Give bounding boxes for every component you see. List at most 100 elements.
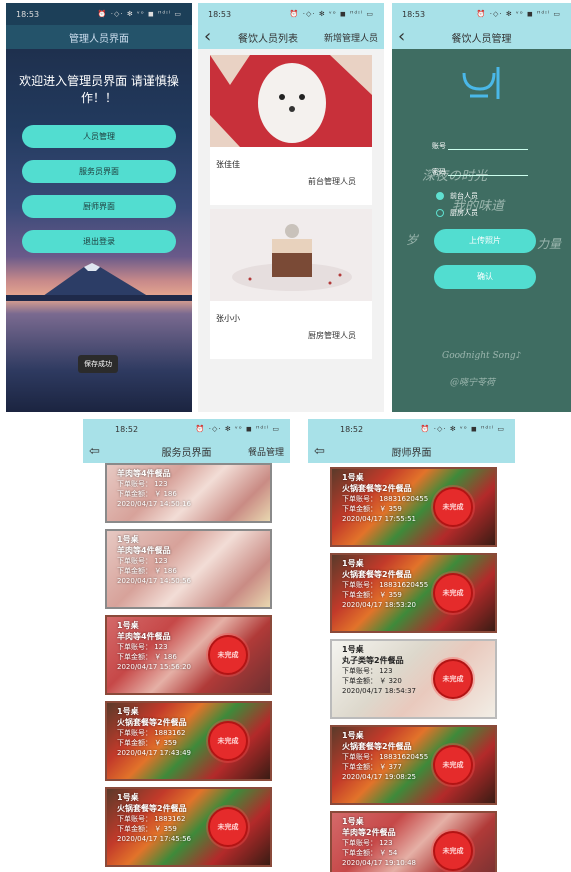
status-bar: 18:52 ⏰ ·◇· ✻ ᵛᵒ ◼ ᴴᵈᶦˡ ▭ bbox=[308, 419, 515, 439]
staff-name: 张小小 bbox=[216, 314, 240, 323]
exit-icon[interactable]: ⇦ bbox=[314, 445, 325, 458]
status-icons: ⏰ ·◇· ✻ ᵛᵒ ◼ ᴴᵈᶦˡ ▭ bbox=[195, 425, 280, 433]
admin-menu: 人员管理 服务员界面 厨师界面 退出登录 bbox=[6, 125, 192, 253]
staff-management-button[interactable]: 人员管理 bbox=[22, 125, 176, 148]
back-arrow-icon[interactable]: ‹ bbox=[398, 28, 405, 46]
chef-screen-button[interactable]: 厨师界面 bbox=[22, 195, 176, 218]
welcome-text: 欢迎进入管理员界面 请谨慎操作！！ bbox=[19, 74, 179, 105]
order-amount: 下单金额： ￥ 186 bbox=[117, 490, 177, 498]
staff-photo bbox=[210, 209, 372, 301]
status-bar: 18:53 ⏰ ·◇· ✻ ᵛᵒ ◼ ᴴᵈᶦˡ ▭ bbox=[198, 3, 384, 25]
order-table: 1号桌 bbox=[342, 645, 364, 654]
password-input[interactable] bbox=[448, 175, 528, 176]
radio-checked-icon bbox=[436, 192, 444, 200]
bowl-logo-icon bbox=[462, 67, 500, 99]
upload-photo-button[interactable]: 上传照片 bbox=[434, 229, 536, 253]
chalk-text: 岁 bbox=[406, 233, 419, 247]
app-bar: 管理人员界面 bbox=[6, 25, 192, 49]
order-card[interactable]: 1号桌 火锅套餐等2件餐品 下单账号： 18831620455 下单金额： ￥ … bbox=[330, 467, 497, 547]
order-card[interactable]: 羊肉等4件餐品 下单账号： 123 下单金额： ￥ 186 2020/04/17… bbox=[105, 463, 272, 523]
radio-unchecked-icon bbox=[436, 209, 444, 217]
order-account: 下单账号： 123 bbox=[117, 480, 168, 488]
unfinished-stamp-badge: 未完成 bbox=[208, 721, 248, 761]
status-time: 18:52 bbox=[115, 424, 139, 434]
status-time: 18:53 bbox=[402, 9, 426, 19]
order-list: 1号桌 火锅套餐等2件餐品 下单账号： 18831620455 下单金额： ￥ … bbox=[308, 463, 515, 872]
page-title: 厨师界面 bbox=[391, 447, 432, 459]
unfinished-stamp-badge: 未完成 bbox=[433, 659, 473, 699]
status-bar: 18:52 ⏰ ·◇· ✻ ᵛᵒ ◼ ᴴᵈᶦˡ ▭ bbox=[83, 419, 290, 439]
order-table: 1号桌 bbox=[342, 473, 364, 482]
order-table: 1号桌 bbox=[117, 535, 139, 544]
order-table: 1号桌 bbox=[342, 817, 364, 826]
order-table: 1号桌 bbox=[117, 707, 139, 716]
mountain-background-image bbox=[6, 263, 192, 301]
chef-screen: 18:52 ⏰ ·◇· ✻ ᵛᵒ ◼ ᴴᵈᶦˡ ▭ ⇦ 厨师界面 1号桌 火锅套… bbox=[308, 419, 515, 872]
page-title: 管理人员界面 bbox=[69, 33, 129, 45]
confirm-button[interactable]: 确认 bbox=[434, 265, 536, 289]
order-list: 羊肉等4件餐品 下单账号： 123 下单金额： ￥ 186 2020/04/17… bbox=[83, 463, 290, 867]
order-table: 1号桌 bbox=[342, 559, 364, 568]
status-bar: 18:53 ⏰ ·◇· ✻ ᵛᵒ ◼ ᴴᵈᶦˡ ▭ bbox=[392, 3, 571, 25]
order-card[interactable]: 1号桌 丸子类等2件餐品 下单账号： 123 下单金额： ￥ 320 2020/… bbox=[330, 639, 497, 719]
status-time: 18:53 bbox=[208, 9, 232, 19]
app-bar: ⇦ 服务员界面 餐品管理 bbox=[83, 439, 290, 463]
order-time: 2020/04/17 14:50:56 bbox=[117, 577, 192, 585]
radio-kitchen[interactable]: 厨房人员 bbox=[436, 208, 478, 218]
order-card[interactable]: 1号桌 火锅套餐等2件餐品 下单账号： 18831620455 下单金额： ￥ … bbox=[330, 553, 497, 633]
app-bar: ⇦ 厨师界面 bbox=[308, 439, 515, 463]
radio-label: 前台人员 bbox=[450, 192, 478, 200]
status-bar: 18:53 ⏰ ·◇· ✻ ᵛᵒ ◼ ᴴᵈᶦˡ ▭ bbox=[6, 3, 192, 25]
order-card[interactable]: 1号桌 羊肉等2件餐品 下单账号： 123 下单金额： ￥ 54 2020/04… bbox=[330, 811, 497, 872]
unfinished-stamp-badge: 未完成 bbox=[208, 635, 248, 675]
logout-button[interactable]: 退出登录 bbox=[22, 230, 176, 253]
add-staff-button[interactable]: 新增管理人员 bbox=[324, 31, 378, 44]
app-bar: ‹ 餐饮人员管理 bbox=[392, 25, 571, 49]
order-items: 羊肉等4件餐品 bbox=[117, 546, 171, 555]
staff-list-screen: 18:53 ⏰ ·◇· ✻ ᵛᵒ ◼ ᴴᵈᶦˡ ▭ ‹ 餐饮人员列表 新增管理人… bbox=[198, 3, 384, 412]
status-time: 18:52 bbox=[340, 424, 364, 434]
order-time: 2020/04/17 14:50:16 bbox=[117, 500, 192, 508]
chalk-text: @晓宁苓荷 bbox=[450, 378, 496, 388]
status-icons: ⏰ ·◇· ✻ ᵛᵒ ◼ ᴴᵈᶦˡ ▭ bbox=[476, 10, 561, 18]
chalk-text: 力量 bbox=[537, 237, 562, 251]
menu-management-button[interactable]: 餐品管理 bbox=[248, 445, 284, 458]
toast-message: 保存成功 bbox=[78, 355, 118, 373]
account-input[interactable] bbox=[448, 149, 528, 150]
order-table: 1号桌 bbox=[117, 793, 139, 802]
order-card[interactable]: 1号桌 羊肉等4件餐品 下单账号： 123 下单金额： ￥ 186 2020/0… bbox=[105, 529, 272, 609]
staff-card[interactable]: 张小小 厨房管理人员 bbox=[210, 209, 372, 359]
admin-screen: 18:53 ⏰ ·◇· ✻ ᵛᵒ ◼ ᴴᵈᶦˡ ▭ 管理人员界面 欢迎进入管理员… bbox=[6, 3, 192, 412]
status-icons: ⏰ ·◇· ✻ ᵛᵒ ◼ ᴴᵈᶦˡ ▭ bbox=[420, 425, 505, 433]
chalk-text: Goodnight Song♪ bbox=[442, 351, 522, 361]
radio-label: 厨房人员 bbox=[450, 209, 478, 217]
order-card[interactable]: 1号桌 羊肉等4件餐品 下单账号： 123 下单金额： ￥ 186 2020/0… bbox=[105, 615, 272, 695]
order-table: 1号桌 bbox=[117, 621, 139, 630]
unfinished-stamp-badge: 未完成 bbox=[433, 831, 473, 871]
status-icons: ⏰ ·◇· ✻ ᵛᵒ ◼ ᴴᵈᶦˡ ▭ bbox=[289, 10, 374, 18]
order-account: 下单账号： 123 bbox=[117, 557, 168, 565]
status-icons: ⏰ ·◇· ✻ ᵛᵒ ◼ ᴴᵈᶦˡ ▭ bbox=[97, 10, 182, 18]
order-card[interactable]: 1号桌 火锅套餐等2件餐品 下单账号： 1883162 下单金额： ￥ 359 … bbox=[105, 701, 272, 781]
app-bar: ‹ 餐饮人员列表 新增管理人员 bbox=[198, 25, 384, 49]
unfinished-stamp-badge: 未完成 bbox=[433, 745, 473, 785]
order-items: 羊肉等4件餐品 bbox=[117, 469, 171, 478]
account-label: 账号 bbox=[432, 142, 446, 150]
unfinished-stamp-badge: 未完成 bbox=[433, 487, 473, 527]
staff-manage-screen: 18:53 ⏰ ·◇· ✻ ᵛᵒ ◼ ᴴᵈᶦˡ ▭ ‹ 餐饮人员管理 深夜の时光… bbox=[392, 3, 571, 412]
order-amount: 下单金额： ￥ 186 bbox=[117, 567, 177, 575]
waiter-screen: 18:52 ⏰ ·◇· ✻ ᵛᵒ ◼ ᴴᵈᶦˡ ▭ ⇦ 服务员界面 餐品管理 羊… bbox=[83, 419, 290, 872]
page-title: 餐饮人员管理 bbox=[451, 33, 512, 45]
exit-icon[interactable]: ⇦ bbox=[89, 445, 100, 458]
staff-card[interactable]: 张佳佳 前台管理人员 bbox=[210, 55, 372, 205]
staff-photo bbox=[210, 55, 372, 147]
unfinished-stamp-badge: 未完成 bbox=[433, 573, 473, 613]
status-time: 18:53 bbox=[16, 9, 40, 19]
order-card[interactable]: 1号桌 火锅套餐等2件餐品 下单账号： 18831620455 下单金额： ￥ … bbox=[330, 725, 497, 805]
back-arrow-icon[interactable]: ‹ bbox=[204, 28, 211, 46]
order-card[interactable]: 1号桌 火锅套餐等2件餐品 下单账号： 1883162 下单金额： ￥ 359 … bbox=[105, 787, 272, 867]
waiter-screen-button[interactable]: 服务员界面 bbox=[22, 160, 176, 183]
radio-front-desk[interactable]: 前台人员 bbox=[436, 191, 478, 201]
order-table: 1号桌 bbox=[342, 731, 364, 740]
staff-name: 张佳佳 bbox=[216, 160, 240, 169]
